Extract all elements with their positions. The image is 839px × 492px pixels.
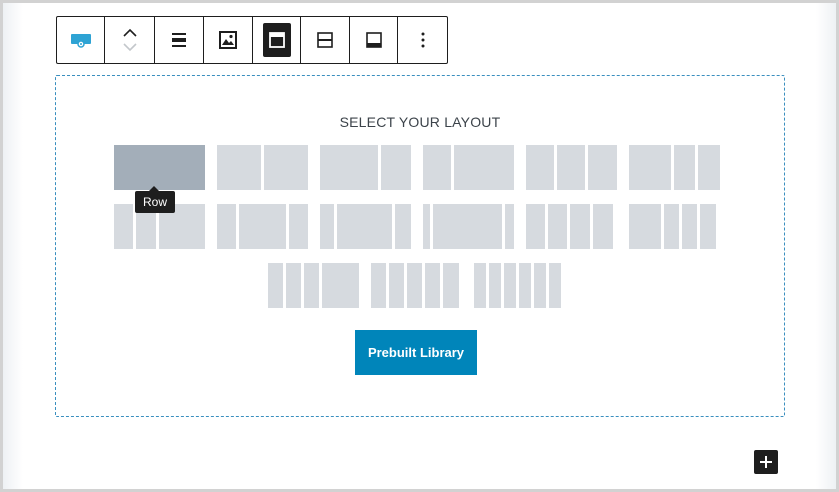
layout-option-two-equal[interactable] bbox=[217, 145, 308, 190]
layout-option-right-heavy[interactable] bbox=[423, 145, 514, 190]
layout-option-four-equal[interactable] bbox=[526, 204, 617, 249]
background-image-button[interactable] bbox=[204, 17, 253, 63]
layout-option-six-equal[interactable] bbox=[474, 263, 565, 308]
align-icon bbox=[172, 33, 186, 47]
layout-option-three-left-wide[interactable] bbox=[629, 145, 720, 190]
right-shade bbox=[816, 3, 836, 489]
add-block-button[interactable] bbox=[754, 450, 778, 474]
layout-option-three-center-wider[interactable] bbox=[320, 204, 411, 249]
layout-option-four-left-wide[interactable] bbox=[629, 204, 720, 249]
align-top-icon bbox=[268, 32, 285, 48]
more-options-button[interactable] bbox=[398, 17, 447, 63]
align-bottom-button[interactable] bbox=[350, 17, 398, 63]
layout-title: SELECT YOUR LAYOUT bbox=[339, 114, 501, 130]
layout-option-three-center-widest[interactable] bbox=[423, 204, 514, 249]
block-type-icon bbox=[70, 34, 91, 48]
layout-option-four-right-wide[interactable] bbox=[268, 263, 359, 308]
more-options-icon bbox=[421, 32, 424, 48]
align-middle-button[interactable] bbox=[301, 17, 350, 63]
align-bottom-icon bbox=[365, 32, 382, 48]
row-tooltip: Row bbox=[135, 186, 176, 213]
align-top-button[interactable] bbox=[253, 17, 301, 63]
move-up-down-icon bbox=[122, 28, 137, 52]
align-middle-icon bbox=[317, 32, 333, 48]
plus-icon bbox=[760, 456, 772, 468]
active-indicator bbox=[262, 23, 291, 57]
layout-selector: SELECT YOUR LAYOUT Row Prebuilt Library bbox=[55, 75, 785, 417]
left-shade bbox=[3, 3, 23, 489]
layout-option-row[interactable] bbox=[114, 145, 205, 190]
image-icon bbox=[219, 31, 237, 49]
block-toolbar bbox=[56, 16, 448, 64]
layout-option-three-equal[interactable] bbox=[526, 145, 617, 190]
layout-option-left-heavy[interactable] bbox=[320, 145, 411, 190]
align-button[interactable] bbox=[155, 17, 204, 63]
block-type-button[interactable] bbox=[57, 17, 105, 63]
move-button-group[interactable] bbox=[105, 17, 155, 63]
layout-option-five-equal[interactable] bbox=[371, 263, 462, 308]
prebuilt-library-button[interactable]: Prebuilt Library bbox=[355, 330, 477, 375]
layout-option-three-center-wide[interactable] bbox=[217, 204, 308, 249]
